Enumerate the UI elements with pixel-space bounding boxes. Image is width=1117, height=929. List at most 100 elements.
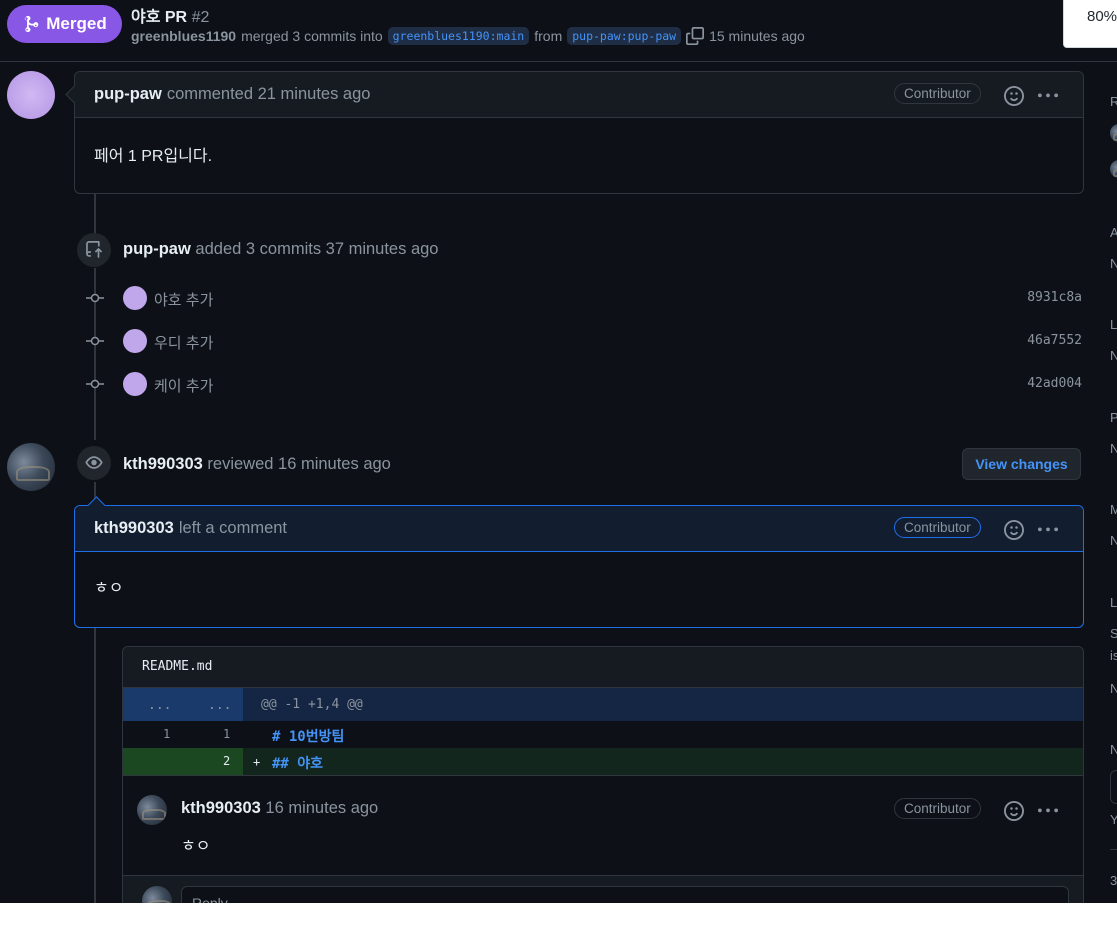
sidebar-label: N (1110, 256, 1117, 271)
base-branch-label[interactable]: greenblues1190:main (387, 27, 530, 45)
avatar[interactable] (123, 372, 147, 396)
sidebar-label: L (1110, 317, 1117, 332)
git-commit-icon (86, 336, 104, 346)
merged-status-badge: Merged (7, 5, 122, 43)
new-line-number[interactable]: 2 (223, 754, 230, 768)
avatar[interactable] (7, 71, 55, 119)
hunk-expand-left[interactable]: ... (148, 698, 171, 713)
comment-author[interactable]: kth990303 (94, 519, 174, 538)
commit-message[interactable]: 케이 추가 (154, 375, 213, 396)
sidebar-label: N (1110, 742, 1117, 757)
commit-sha[interactable]: 42ad004 (1027, 376, 1082, 391)
diff-sign: + (253, 755, 261, 769)
diff-line-added: 2 + ## 야호 (123, 748, 1083, 775)
kebab-horizontal-icon[interactable] (1038, 86, 1058, 106)
sidebar-label: Y (1110, 812, 1117, 827)
avatar (142, 886, 172, 903)
event-author[interactable]: pup-paw (123, 240, 191, 258)
diff-hunk-header: ... ... @@ -1 +1,4 @@ (123, 688, 1083, 721)
sidebar-label: A (1110, 225, 1117, 240)
avatar[interactable] (123, 286, 147, 310)
diff-line: 1 1 # 10번방팀 (123, 721, 1083, 748)
smiley-icon[interactable] (1004, 520, 1024, 540)
review-event-text: kth990303 reviewed 16 minutes ago (123, 455, 391, 474)
git-commit-icon (86, 293, 104, 303)
copy-icon[interactable] (686, 27, 705, 45)
git-commit-icon (86, 379, 104, 389)
sidebar-label: R (1110, 94, 1117, 109)
avatar[interactable] (7, 443, 55, 491)
sidebar-label: 3 (1110, 873, 1117, 888)
pr-description-comment: pup-paw commented 21 minutes ago Contrib… (65, 71, 1084, 194)
diff-code: # 10번방팀 (272, 729, 345, 745)
avatar[interactable] (123, 329, 147, 353)
inline-comment-header: kth990303 16 minutes ago (181, 799, 378, 818)
inline-review-comment: kth990303 16 minutes ago Contributor ㅎㅇ (123, 775, 1083, 876)
new-line-number[interactable]: 1 (223, 727, 230, 741)
sidebar-label: L (1110, 595, 1117, 610)
sidebar-label: N (1110, 348, 1117, 363)
contributor-badge: Contributor (894, 83, 981, 104)
event-author[interactable]: kth990303 (123, 455, 203, 473)
smiley-icon[interactable] (1004, 801, 1024, 821)
commit-sha[interactable]: 46a7552 (1027, 333, 1082, 348)
kebab-horizontal-icon[interactable] (1038, 520, 1058, 540)
timeline-line (94, 626, 96, 903)
merge-user-link[interactable]: greenblues1190 (131, 28, 236, 44)
pr-title-text: 야호 PR (131, 9, 188, 26)
avatar[interactable] (1110, 160, 1117, 178)
sidebar-label: is (1110, 648, 1117, 663)
pr-merge-meta: greenblues1190 merged 3 commits into gre… (131, 27, 805, 45)
eye-icon (77, 446, 111, 480)
view-changes-button[interactable]: View changes (962, 448, 1081, 480)
smiley-icon[interactable] (1004, 86, 1024, 106)
sidebar-label: N (1110, 441, 1117, 456)
hunk-expand-right[interactable]: ... (208, 698, 231, 713)
review-comment: kth990303 left a comment Contributor ㅎㅇ (74, 496, 1084, 628)
sidebar-label: M (1110, 502, 1117, 517)
sidebar-select[interactable] (1110, 770, 1117, 804)
avatar[interactable] (1110, 124, 1117, 142)
sidebar-label: S (1110, 626, 1117, 641)
reply-input[interactable]: Reply... (181, 886, 1069, 903)
comment-body: 페어 1 PR입니다. (94, 148, 213, 165)
commit-message[interactable]: 우디 추가 (154, 332, 213, 353)
pr-number: #2 (191, 9, 210, 26)
reply-area: Reply... (123, 875, 1083, 903)
merge-time: 15 minutes ago (709, 28, 805, 44)
review-diff: README.md ... ... @@ -1 +1,4 @@ 1 1 # 10… (122, 646, 1084, 903)
diff-file-name[interactable]: README.md (123, 647, 1083, 688)
hunk-header-text: @@ -1 +1,4 @@ (261, 697, 363, 712)
kebab-horizontal-icon[interactable] (1038, 801, 1058, 821)
sidebar-label: N (1110, 681, 1117, 696)
old-line-number[interactable]: 1 (163, 727, 170, 741)
comment-body: ㅎㅇ (181, 838, 211, 855)
sidebar-label: N (1110, 533, 1117, 548)
git-merge-icon (25, 15, 39, 33)
pr-title: 야호 PR #2 (131, 3, 209, 27)
merge-text: merged 3 commits into (241, 28, 383, 44)
hunk-expander[interactable]: ... ... (123, 688, 243, 721)
commit-row: 야호 추가 8931c8a (80, 283, 1085, 313)
comment-author[interactable]: kth990303 (181, 799, 261, 817)
github-pr-page: Merged 야호 PR #2 greenblues1190 merged 3 … (0, 0, 1117, 903)
head-branch-label[interactable]: pup-paw:pup-paw (567, 27, 682, 45)
contributor-badge: Contributor (894, 517, 981, 538)
sidebar-label: P (1110, 410, 1117, 425)
zoom-indicator[interactable]: 80% (1063, 0, 1117, 48)
merged-status-label: Merged (46, 14, 107, 33)
contributor-badge: Contributor (894, 798, 981, 819)
comment-action: left a comment (178, 519, 288, 537)
from-text: from (534, 28, 563, 44)
comment-action: commented 21 minutes ago (166, 85, 371, 103)
commits-event-text: pup-paw added 3 commits 37 minutes ago (123, 240, 438, 259)
comment-author[interactable]: pup-paw (94, 85, 162, 104)
comment-time: 16 minutes ago (265, 799, 379, 817)
comment-body: ㅎㅇ (94, 580, 124, 597)
pr-header: Merged 야호 PR #2 greenblues1190 merged 3 … (0, 0, 1117, 62)
commit-sha[interactable]: 8931c8a (1027, 290, 1082, 305)
commit-row: 케이 추가 42ad004 (80, 369, 1085, 399)
diff-code: ## 야호 (272, 756, 324, 772)
commit-message[interactable]: 야호 추가 (154, 289, 213, 310)
avatar[interactable] (137, 795, 167, 825)
